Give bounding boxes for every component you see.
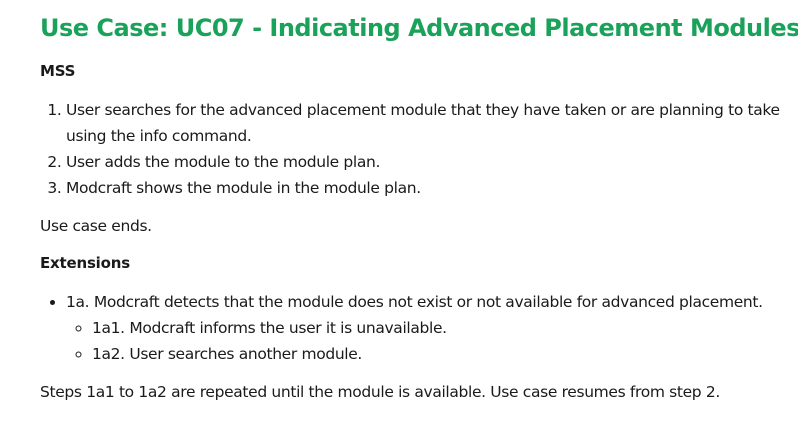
extensions-note: Steps 1a1 to 1a2 are repeated until the … — [40, 383, 720, 401]
extensions-list: 1a. Modcraft detects that the module doe… — [40, 289, 798, 367]
extension-item-1a-text: 1a. Modcraft detects that the module doe… — [66, 293, 763, 311]
extension-sub-item-1a1: 1a1. Modcraft informs the user it is una… — [92, 315, 798, 341]
mss-steps-list: User searches for the advanced placement… — [40, 97, 798, 201]
mss-step-3: Modcraft shows the module in the module … — [66, 175, 798, 201]
mss-step-2: User adds the module to the module plan. — [66, 149, 798, 175]
mss-heading: MSS — [40, 62, 76, 80]
extension-sub-list: 1a1. Modcraft informs the user it is una… — [66, 315, 798, 367]
use-case-ends-text: Use case ends. — [40, 217, 152, 235]
document-page: Use Case: UC07 - Indicating Advanced Pla… — [0, 0, 798, 444]
page-title: Use Case: UC07 - Indicating Advanced Pla… — [40, 14, 798, 42]
extensions-heading: Extensions — [40, 254, 130, 272]
mss-step-1: User searches for the advanced placement… — [66, 97, 798, 149]
extension-sub-item-1a2: 1a2. User searches another module. — [92, 341, 798, 367]
extension-item-1a: 1a. Modcraft detects that the module doe… — [66, 289, 798, 367]
